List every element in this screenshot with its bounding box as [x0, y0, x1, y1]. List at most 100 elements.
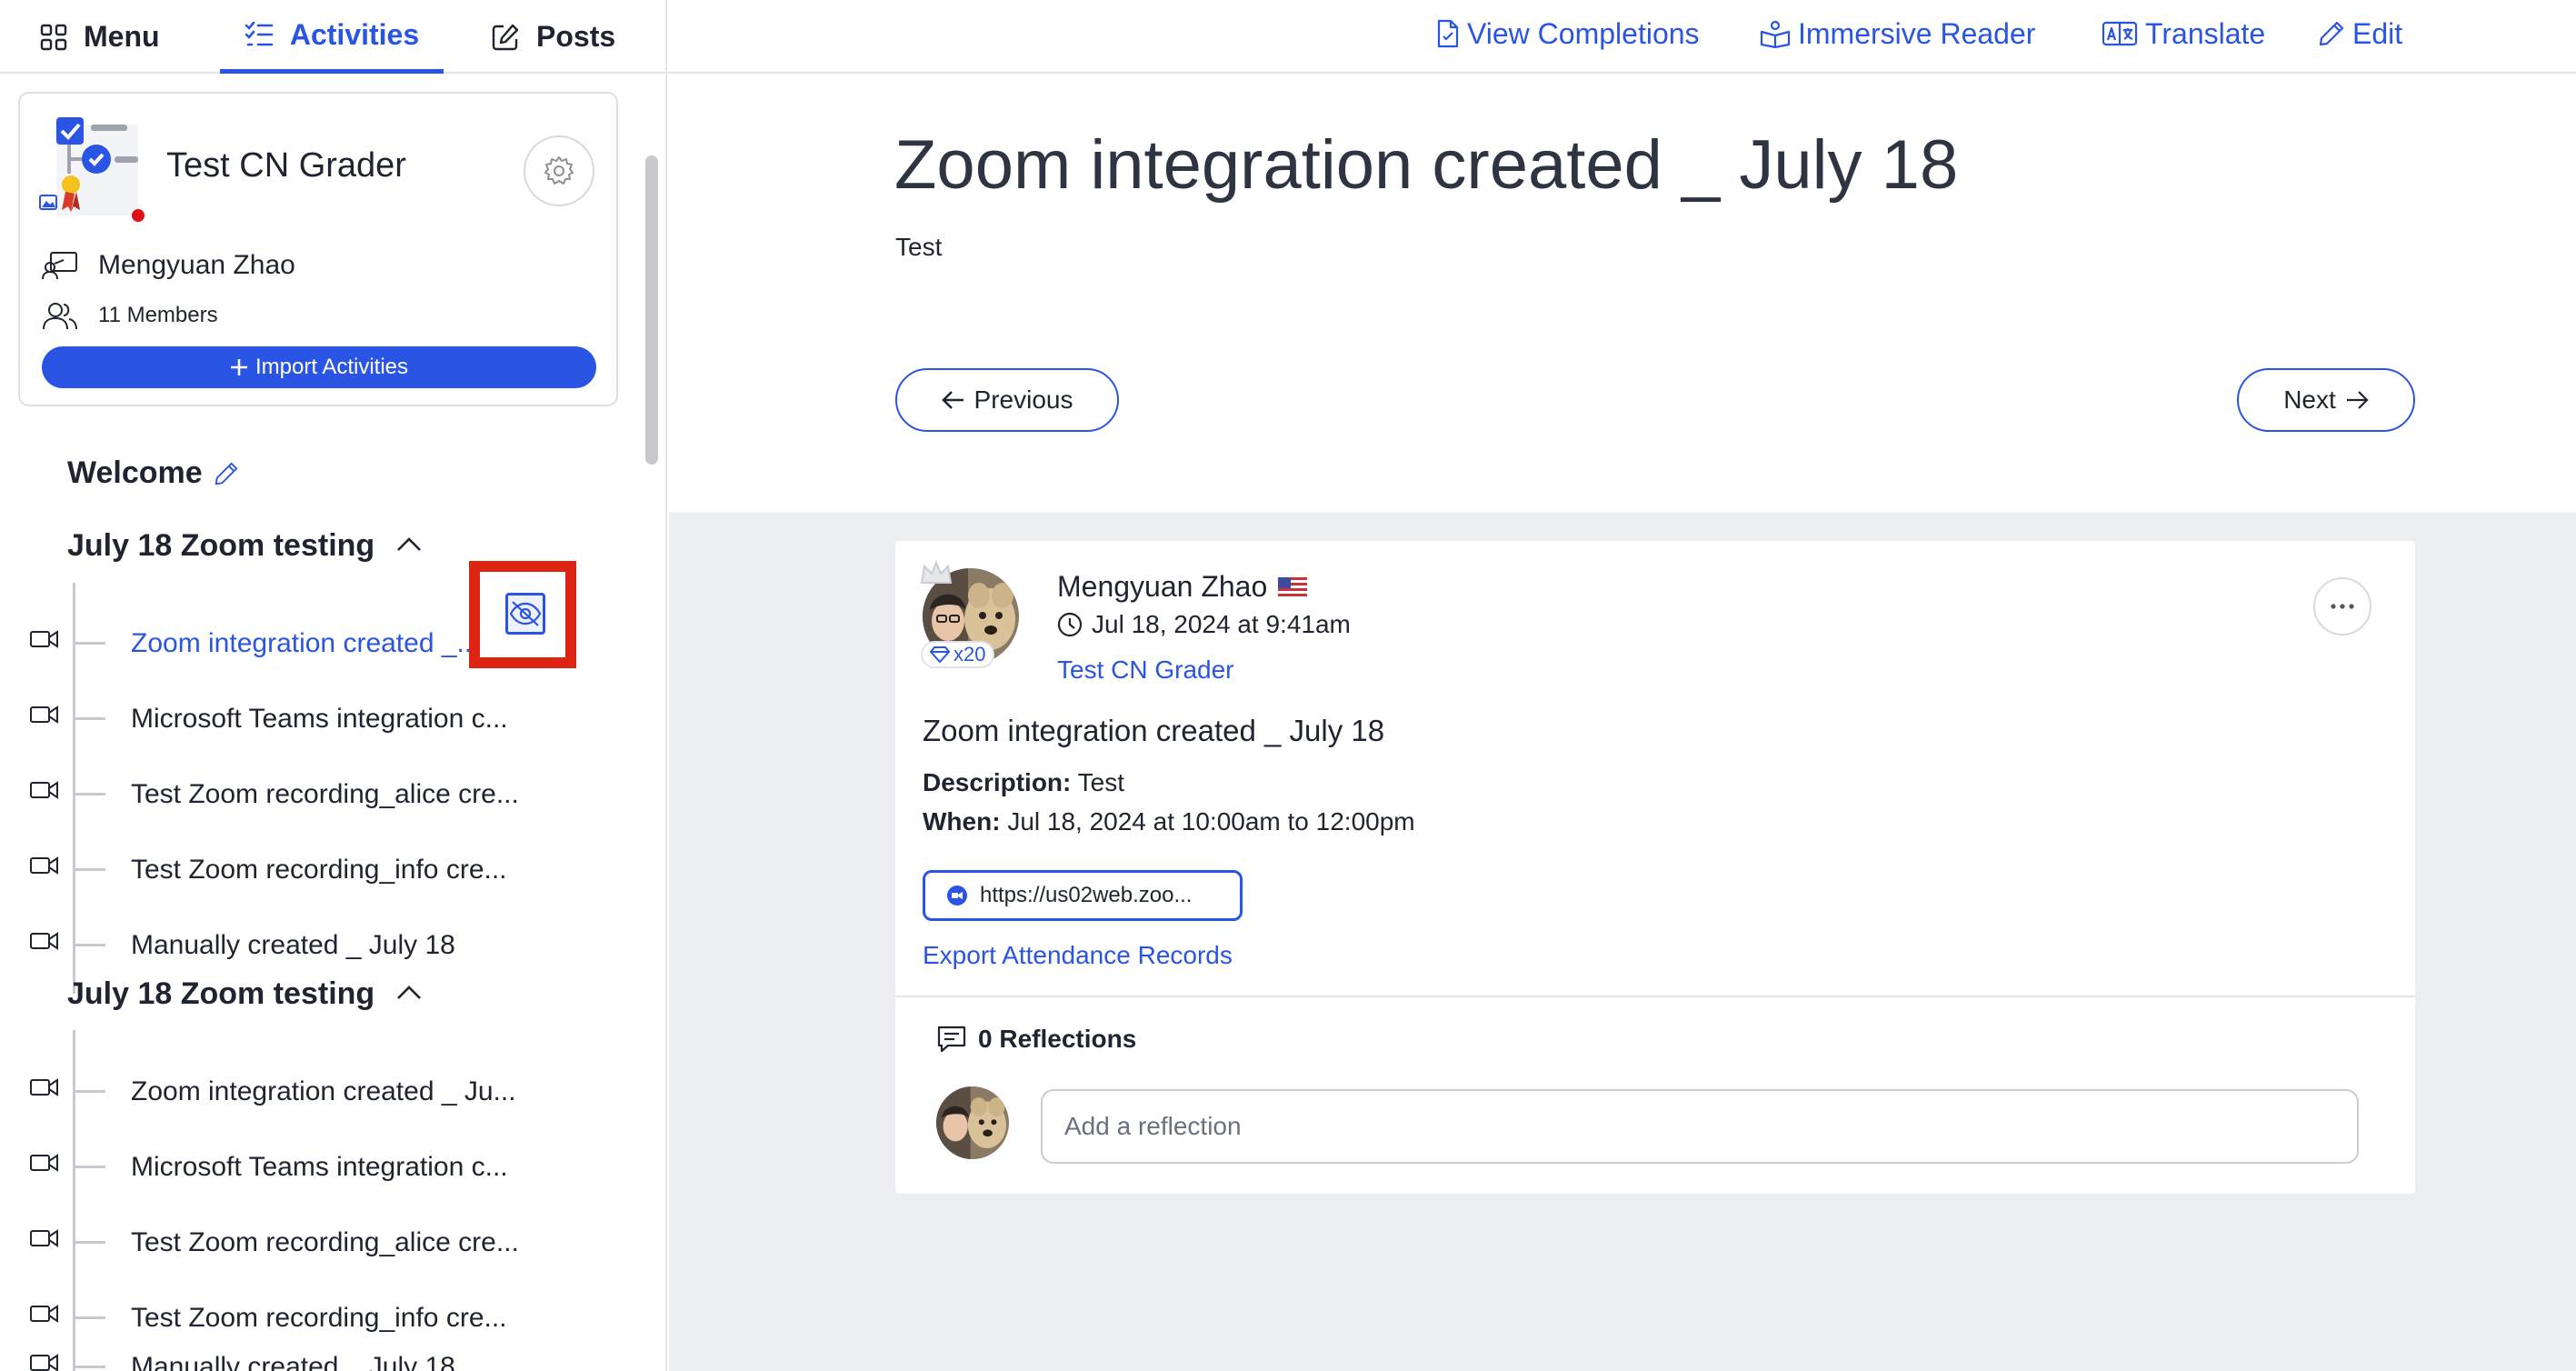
tab-activities-label: Activities: [289, 17, 420, 51]
chevron-up-icon[interactable]: [395, 535, 423, 554]
sidebar-activity-item[interactable]: Test Zoom recording_alice cre...: [0, 766, 654, 821]
previous-label: Previous: [973, 385, 1073, 414]
when-label: When:: [923, 807, 1001, 836]
sidebar-tab-bar: Menu Activities Posts: [0, 0, 667, 74]
sidebar-activity-item[interactable]: Test Zoom recording_info cre...: [0, 842, 654, 896]
course-settings-button[interactable]: [524, 135, 594, 206]
video-camera-icon: [29, 1076, 60, 1098]
reflections-label: 0 Reflections: [978, 1025, 1137, 1053]
tree-branch: [73, 1241, 105, 1244]
comment-icon: [936, 1025, 967, 1054]
welcome-item[interactable]: Welcome: [67, 455, 239, 491]
plus-icon: [230, 358, 248, 376]
pencil-icon: [2318, 20, 2345, 47]
zoom-meeting-link[interactable]: https://us02web.zoo...: [923, 870, 1243, 921]
sidebar-activity-item[interactable]: Zoom integration created _ Ju...: [0, 1064, 654, 1118]
us-flag-icon: [1278, 576, 1308, 597]
more-options-button[interactable]: [2313, 577, 2371, 635]
edit-label: Edit: [2352, 16, 2403, 50]
previous-button[interactable]: Previous: [895, 368, 1119, 432]
hide-visibility-button[interactable]: [505, 593, 545, 635]
next-label: Next: [2283, 385, 2336, 414]
clock-icon: [1057, 612, 1083, 637]
edit-square-icon: [491, 23, 520, 52]
tree-branch: [73, 642, 105, 645]
post-card: x20 Mengyuan Zhao Jul 18, 2024 at 9:41am…: [895, 541, 2415, 1194]
tree-branch: [73, 944, 105, 946]
sidebar-activity-item[interactable]: Microsoft Teams integration c...: [0, 1139, 654, 1194]
tab-menu[interactable]: Menu: [40, 0, 160, 74]
welcome-edit-icon[interactable]: [214, 461, 239, 486]
import-activities-button[interactable]: Import Activities: [42, 346, 596, 388]
activity-label: Test Zoom recording_info cre...: [131, 1303, 507, 1333]
description-value: Test: [1077, 768, 1124, 796]
description-label: Description:: [923, 768, 1072, 796]
welcome-label: Welcome: [67, 455, 203, 490]
sidebar-activity-item[interactable]: Manually created _ July 18: [0, 917, 654, 972]
video-camera-icon: [29, 1152, 60, 1174]
tree-branch: [73, 868, 105, 871]
reflection-input[interactable]: [1041, 1089, 2359, 1164]
export-attendance-link[interactable]: Export Attendance Records: [923, 941, 1233, 970]
grid-icon: [40, 24, 67, 51]
instructor-icon: [42, 251, 78, 280]
post-when: When: Jul 18, 2024 at 10:00am to 12:00pm: [923, 807, 1415, 836]
view-completions-label: View Completions: [1467, 16, 1700, 50]
members-count: 11 Members: [98, 303, 218, 327]
current-user-avatar: [936, 1086, 1009, 1159]
reader-icon: [1760, 19, 1791, 48]
translate-label: Translate: [2145, 16, 2266, 50]
course-instructor: Mengyuan Zhao: [42, 250, 295, 281]
video-camera-icon: [29, 930, 60, 952]
author-name: Mengyuan Zhao: [1057, 570, 1268, 603]
activity-label: Test Zoom recording_alice cre...: [131, 1227, 519, 1257]
tree-branch: [73, 793, 105, 796]
view-completions-button[interactable]: View Completions: [1436, 0, 1700, 67]
gem-badge: x20: [921, 641, 995, 668]
translate-icon: [2102, 20, 2138, 47]
activity-label: Zoom integration created _...: [131, 628, 480, 658]
eye-slash-icon: [509, 600, 542, 627]
course-members[interactable]: 11 Members: [42, 301, 218, 330]
sidebar-activity-item[interactable]: Test Zoom recording_info cre...: [0, 1290, 654, 1345]
chevron-up-icon[interactable]: [395, 984, 423, 1002]
video-camera-icon: [29, 704, 60, 726]
sidebar-scrollbar[interactable]: [645, 155, 658, 465]
post-group-link[interactable]: Test CN Grader: [1057, 655, 1234, 685]
video-camera-icon: [29, 628, 60, 650]
page-subtitle: Test: [895, 233, 943, 261]
when-value: Jul 18, 2024 at 10:00am to 12:00pm: [1007, 807, 1415, 836]
sidebar-activity-item[interactable]: Microsoft Teams integration c...: [0, 691, 654, 746]
section-title[interactable]: July 18 Zoom testing: [67, 976, 374, 1012]
gear-icon: [544, 155, 574, 186]
video-camera-icon: [29, 1227, 60, 1249]
edit-button[interactable]: Edit: [2318, 0, 2402, 67]
post-time: Jul 18, 2024 at 9:41am: [1057, 610, 1351, 639]
immersive-reader-button[interactable]: Immersive Reader: [1760, 0, 2035, 67]
tab-posts[interactable]: Posts: [491, 0, 615, 74]
activity-label: Test Zoom recording_info cre...: [131, 855, 507, 885]
checklist-icon: [245, 21, 274, 48]
reflections-count[interactable]: 0 Reflections: [936, 1025, 1136, 1054]
activity-label: Microsoft Teams integration c...: [131, 704, 508, 734]
sidebar-activity-item[interactable]: Test Zoom recording_alice cre...: [0, 1215, 654, 1269]
author-avatar-wrap[interactable]: x20: [920, 560, 1019, 668]
video-camera-icon: [29, 779, 60, 801]
tree-branch: [73, 1090, 105, 1093]
page-title: Zoom integration created _ July 18: [894, 126, 1959, 204]
gem-count: x20: [954, 643, 986, 665]
post-author[interactable]: Mengyuan Zhao: [1057, 570, 1308, 604]
next-button[interactable]: Next: [2237, 368, 2415, 432]
activity-label: Microsoft Teams integration c...: [131, 1152, 508, 1182]
tree-branch: [73, 717, 105, 720]
post-title: Zoom integration created _ July 18: [923, 714, 1385, 747]
document-check-icon: [1436, 19, 1460, 48]
section-title[interactable]: July 18 Zoom testing: [67, 528, 374, 564]
tab-menu-label: Menu: [84, 20, 160, 53]
sidebar-activity-item[interactable]: Manually created _ July 18: [0, 1339, 654, 1371]
tab-posts-label: Posts: [536, 20, 616, 53]
tab-activities[interactable]: Activities: [220, 0, 444, 74]
import-activities-label: Import Activities: [255, 355, 409, 379]
course-title: Test CN Grader: [166, 146, 406, 185]
translate-button[interactable]: Translate: [2102, 0, 2265, 67]
